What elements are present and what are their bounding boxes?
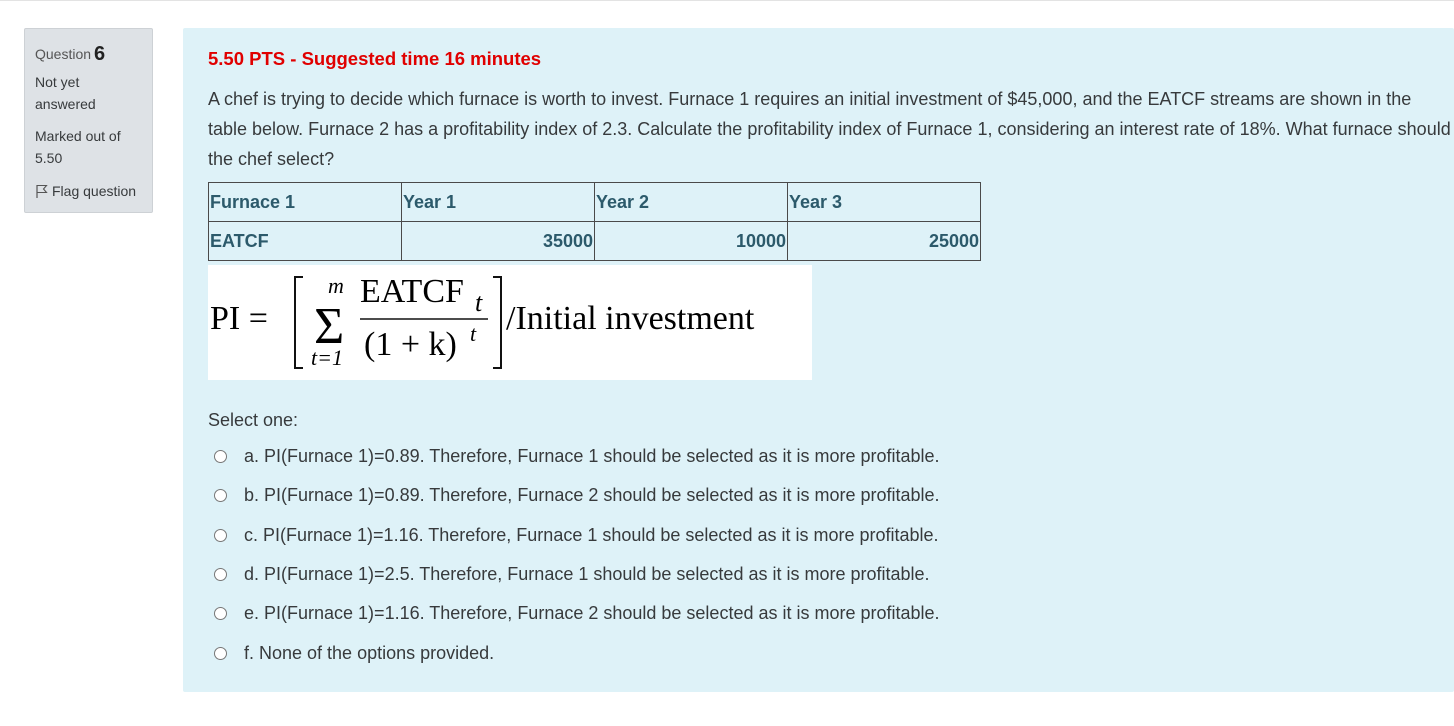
radio-button[interactable] xyxy=(214,488,227,502)
table-header-row: Furnace 1 Year 1 Year 2 Year 3 xyxy=(208,182,981,222)
sum-upper-limit: m xyxy=(328,273,344,298)
option-label: d. PI(Furnace 1)=2.5. Therefore, Furnace… xyxy=(244,563,930,584)
table-cell: 10000 xyxy=(594,221,788,261)
formula-tail: /Initial investment xyxy=(506,300,755,337)
radio-button[interactable] xyxy=(214,606,227,620)
left-bracket xyxy=(294,276,303,369)
table-cell: EATCF xyxy=(208,221,402,261)
table-cell: 35000 xyxy=(401,221,595,261)
table-cell: 25000 xyxy=(787,221,981,261)
flag-icon xyxy=(36,184,48,198)
question-info-panel: Question 6 Not yet answered Marked out of… xyxy=(24,28,153,213)
flag-question-label: Flag question xyxy=(52,183,137,199)
answer-option-a[interactable]: a. PI(Furnace 1)=0.89. Therefore, Furnac… xyxy=(214,444,940,468)
radio-button[interactable] xyxy=(214,646,227,660)
right-bracket xyxy=(493,276,502,369)
question-number: Question 6 xyxy=(35,41,142,67)
question-number-value: 6 xyxy=(94,43,106,65)
points-heading: 5.50 PTS - Suggested time 16 minutes xyxy=(208,48,542,69)
answer-option-f[interactable]: f. None of the options provided. xyxy=(214,641,494,665)
option-label: e. PI(Furnace 1)=1.16. Therefore, Furnac… xyxy=(244,602,940,623)
top-divider xyxy=(0,0,1454,1)
table-header-cell: Furnace 1 xyxy=(208,182,402,222)
answer-option-b[interactable]: b. PI(Furnace 1)=0.89. Therefore, Furnac… xyxy=(214,483,940,507)
formula-numerator: EATCF xyxy=(360,273,464,310)
profitability-index-formula: PI = m Σ t=1 EATCF t (1 + k) t /Initial … xyxy=(208,265,812,380)
radio-button[interactable] xyxy=(214,567,227,581)
formula-denominator: (1 + k) xyxy=(364,326,457,363)
option-label: b. PI(Furnace 1)=0.89. Therefore, Furnac… xyxy=(244,484,940,505)
table-header-cell: Year 1 xyxy=(401,182,595,222)
flag-question-link[interactable]: Flag question xyxy=(35,181,142,201)
question-content: 5.50 PTS - Suggested time 16 minutes A c… xyxy=(183,28,1454,692)
radio-button[interactable] xyxy=(214,449,227,463)
answer-option-d[interactable]: d. PI(Furnace 1)=2.5. Therefore, Furnace… xyxy=(214,562,930,586)
table-row: EATCF 35000 10000 25000 xyxy=(208,221,981,261)
table-header-cell: Year 3 xyxy=(787,182,981,222)
denominator-superscript: t xyxy=(470,321,477,346)
formula-image: PI = m Σ t=1 EATCF t (1 + k) t /Initial … xyxy=(210,273,755,370)
option-label: c. PI(Furnace 1)=1.16. Therefore, Furnac… xyxy=(244,524,939,545)
radio-button[interactable] xyxy=(214,528,227,542)
option-label: f. None of the options provided. xyxy=(244,642,495,663)
answer-option-c[interactable]: c. PI(Furnace 1)=1.16. Therefore, Furnac… xyxy=(214,523,939,547)
question-label: Question xyxy=(35,46,92,62)
eatcf-table: Furnace 1 Year 1 Year 2 Year 3 EATCF 350… xyxy=(208,182,981,261)
numerator-subscript: t xyxy=(475,288,483,317)
option-label: a. PI(Furnace 1)=0.89. Therefore, Furnac… xyxy=(244,445,940,466)
select-one-label: Select one: xyxy=(208,410,299,430)
formula-lhs: PI = xyxy=(210,300,268,337)
sum-lower-limit: t=1 xyxy=(311,345,343,370)
question-text: A chef is trying to decide which furnace… xyxy=(208,89,1451,169)
question-state: Not yet answered xyxy=(35,74,96,112)
question-grade: Marked out of 5.50 xyxy=(35,128,121,166)
answer-option-e[interactable]: e. PI(Furnace 1)=1.16. Therefore, Furnac… xyxy=(214,601,940,625)
table-header-cell: Year 2 xyxy=(594,182,788,222)
